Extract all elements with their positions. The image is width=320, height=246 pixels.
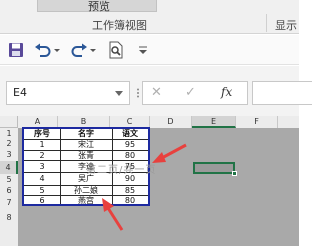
table-cell[interactable]: 6 [24, 196, 60, 206]
name-box-value: E4 [13, 86, 27, 99]
dropdown-icon[interactable] [54, 41, 60, 59]
group-separator [266, 14, 267, 32]
table-cell[interactable]: 李逵 [60, 162, 112, 172]
row-header-7[interactable]: 7 [0, 197, 18, 208]
formula-buttons: ✕ ✓ fx [142, 81, 248, 105]
column-header-e[interactable]: E [192, 116, 236, 128]
row-header-3[interactable]: 3 [0, 149, 18, 161]
row-header-1[interactable]: 1 [0, 128, 18, 139]
print-preview-icon[interactable] [108, 41, 124, 59]
header-cell[interactable]: 语文 [112, 129, 148, 139]
row-header-2[interactable]: 2 [0, 139, 18, 149]
table-cell[interactable]: 孙二娘 [60, 186, 112, 196]
redo-icon[interactable] [70, 41, 88, 59]
insert-function-icon[interactable]: fx [221, 85, 232, 99]
table-cell[interactable]: 85 [112, 186, 148, 196]
table-cell[interactable]: 75 [112, 162, 148, 172]
row-header-9[interactable] [0, 228, 18, 246]
table-cell[interactable]: 张青 [60, 151, 112, 161]
header-cell[interactable]: 名字 [60, 129, 112, 139]
selected-cell-e4[interactable] [193, 162, 237, 176]
select-all-corner[interactable] [0, 116, 18, 128]
quick-access-toolbar [0, 35, 299, 65]
save-icon[interactable] [8, 41, 24, 59]
column-header-g[interactable] [278, 116, 299, 128]
name-box[interactable]: E4 [6, 81, 130, 105]
table-cell[interactable]: 5 [24, 186, 60, 196]
cancel-icon[interactable]: ✕ [151, 85, 162, 100]
column-header-f[interactable]: F [236, 116, 278, 128]
workbook-views-group-label: 工作簿视图 [92, 19, 147, 32]
show-group-label: 显示 [275, 19, 297, 32]
row-header-6[interactable]: 6 [0, 185, 18, 197]
row-header-5[interactable]: 5 [0, 174, 18, 185]
chevron-down-icon[interactable] [115, 91, 123, 96]
formula-input[interactable] [252, 81, 312, 105]
enter-icon[interactable]: ✓ [185, 85, 196, 100]
customize-icon[interactable] [138, 41, 148, 59]
row-header-8[interactable]: 8 [0, 208, 18, 228]
ribbon: 预览 工作簿视图 显示 [0, 0, 299, 34]
table-cell[interactable]: 3 [24, 162, 60, 172]
data-table: 第二页/共一页 序号 名字 语文 1 宋江 95 2 张青 80 3 李逵 75… [22, 127, 155, 206]
header-cell[interactable]: 序号 [24, 129, 60, 139]
preview-button[interactable]: 预览 [37, 0, 157, 13]
dropdown-icon[interactable] [90, 41, 96, 59]
table-cell[interactable]: 宋江 [60, 140, 112, 150]
arrow-annotation-icon [102, 198, 124, 231]
table-cell[interactable]: 95 [112, 140, 148, 150]
table-cell[interactable]: 80 [112, 151, 148, 161]
table-cell[interactable]: 2 [24, 151, 60, 161]
table-cell[interactable]: 吴广 [60, 174, 112, 184]
table-cell[interactable]: 1 [24, 140, 60, 150]
splitter-dots-icon[interactable] [134, 88, 142, 98]
preview-button-label: 预览 [88, 0, 110, 13]
row-header-4[interactable]: 4 [0, 161, 18, 174]
column-header-d[interactable]: D [150, 116, 192, 128]
undo-icon[interactable] [34, 41, 52, 59]
table-cell[interactable]: 4 [24, 174, 60, 184]
arrow-annotation-icon [152, 143, 187, 163]
table-cell[interactable]: 90 [112, 174, 148, 184]
fill-handle[interactable] [232, 171, 237, 176]
